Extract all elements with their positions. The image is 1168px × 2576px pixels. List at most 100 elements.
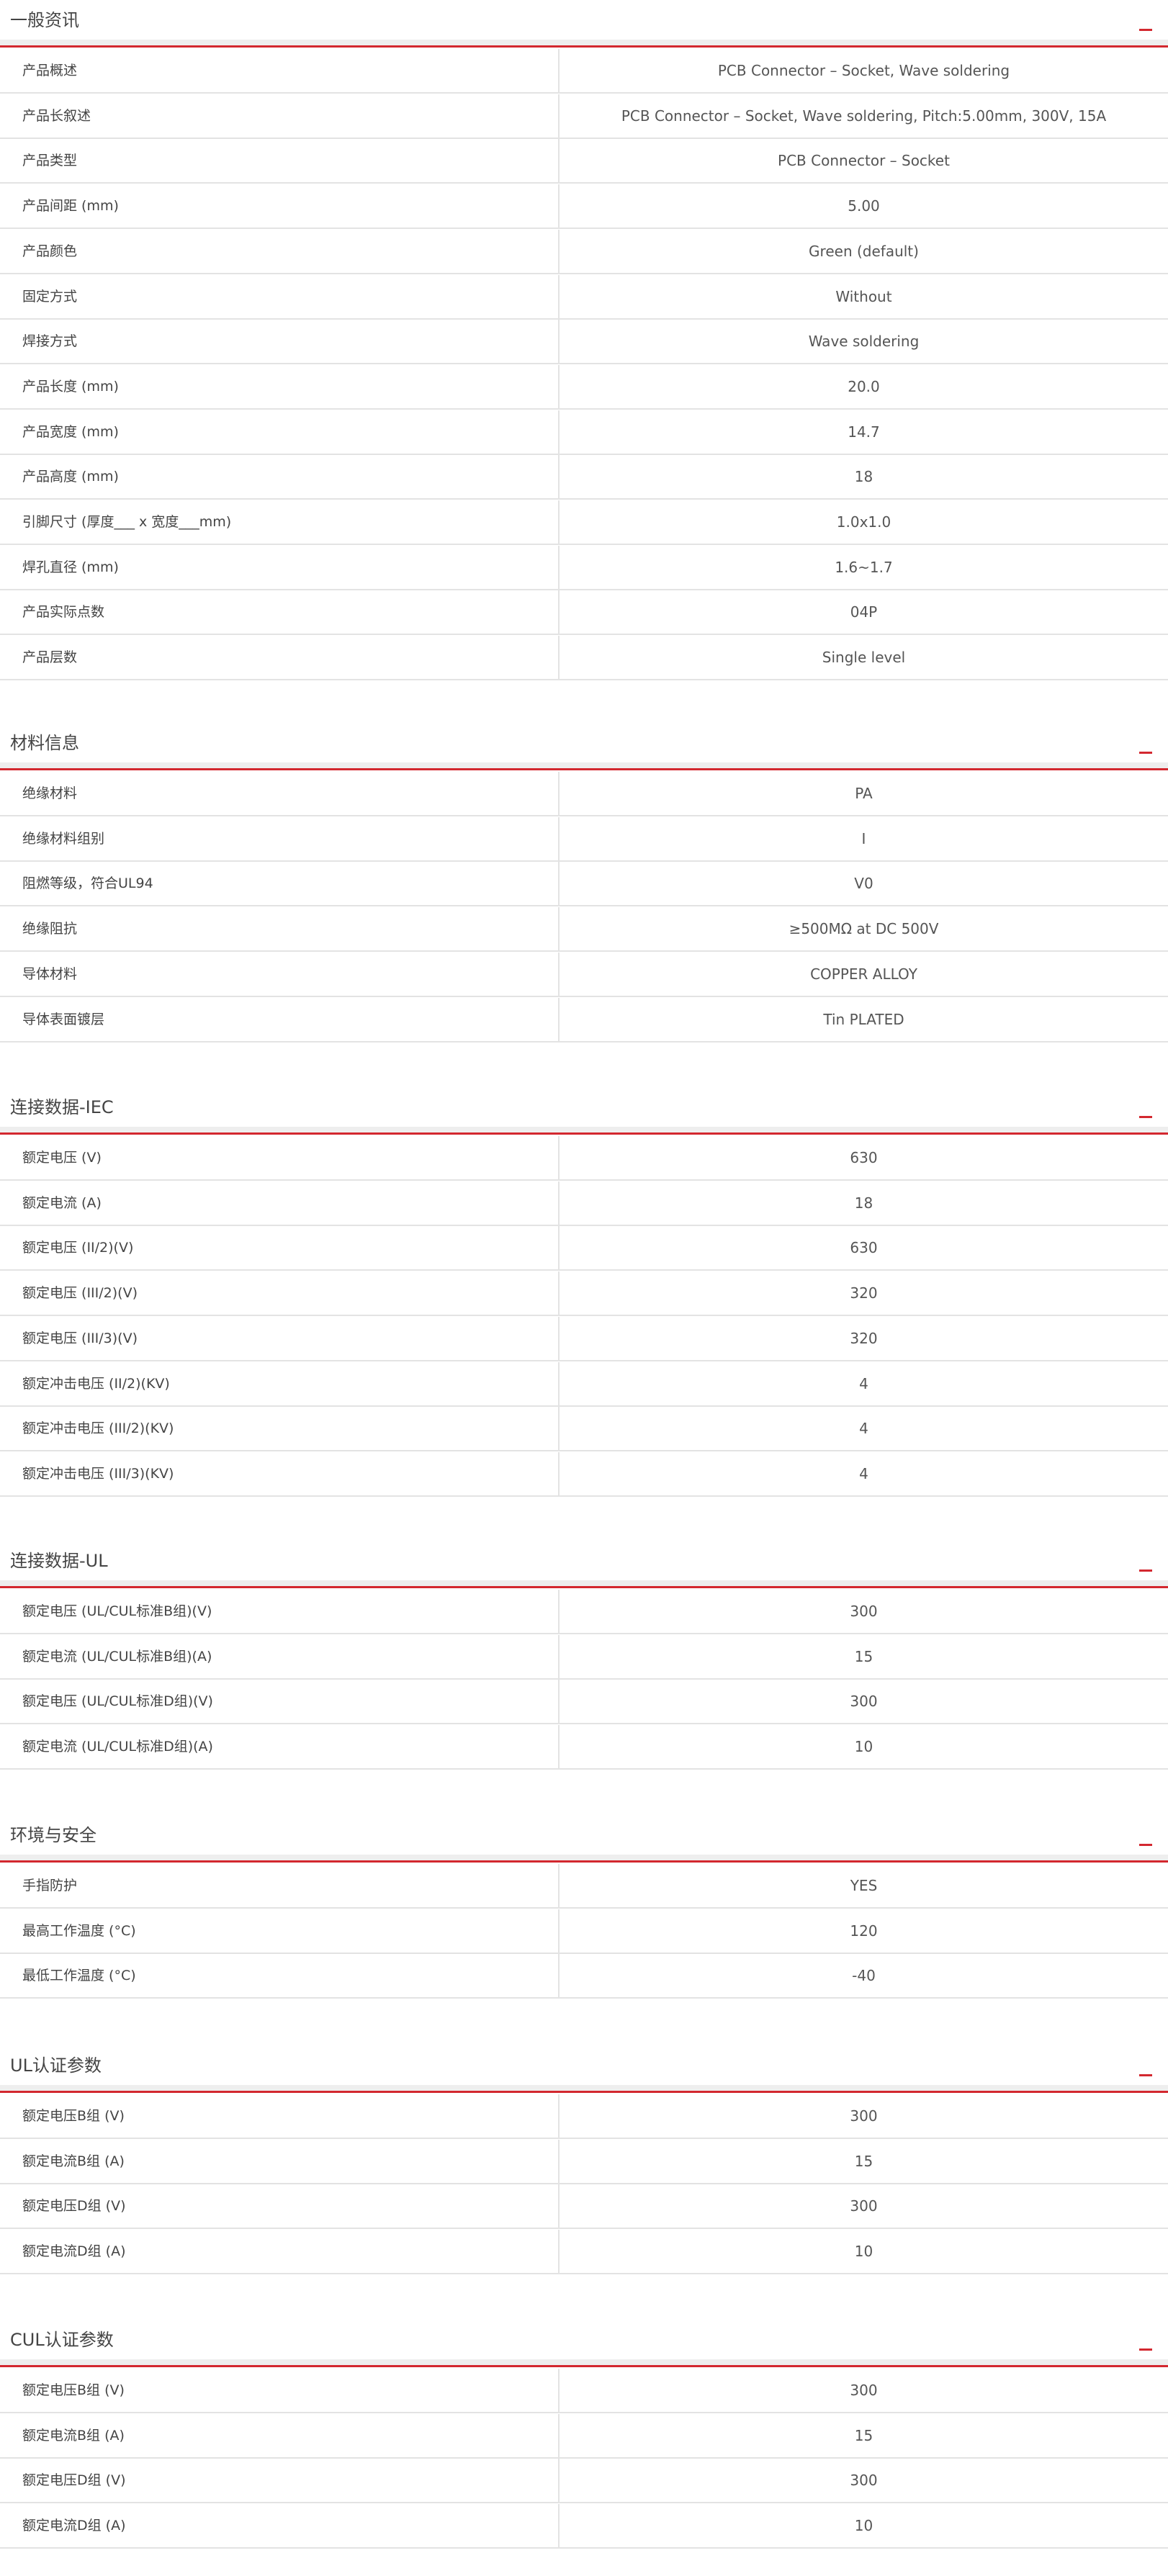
spec-row: 产品宽度 (mm) 14.7 xyxy=(0,410,1168,455)
spec-row: 额定电流 (UL/CUL标准B组)(A) 15 xyxy=(0,1634,1168,1680)
spec-value: PCB Connector – Socket, Wave soldering, … xyxy=(621,107,1107,125)
section-header[interactable]: 连接数据-UL xyxy=(0,1541,1168,1590)
collapse-icon[interactable] xyxy=(1139,1570,1152,1572)
spec-value: 4 xyxy=(859,1420,868,1438)
spec-row: 产品概述 PCB Connector – Socket, Wave solderi… xyxy=(0,49,1168,94)
spec-value: I xyxy=(861,829,866,847)
spec-row: 产品高度 (mm) 18 xyxy=(0,455,1168,500)
spec-row: 额定电压B组 (V) 300 xyxy=(0,2094,1168,2139)
spec-row: 导体表面镀层 Tin PLATED xyxy=(0,997,1168,1042)
spec-row: 绝缘材料 PA xyxy=(0,772,1168,816)
spec-row: 额定电流D组 (A) 10 xyxy=(0,2230,1168,2275)
spec-value: 300 xyxy=(850,2472,878,2490)
spec-row: 额定电流B组 (A) 15 xyxy=(0,2413,1168,2459)
section-divider xyxy=(0,2359,1168,2365)
section-header[interactable]: 环境与安全 xyxy=(0,1815,1168,1864)
spec-label: 产品类型 xyxy=(22,153,78,169)
spec-value: 10 xyxy=(854,2517,873,2535)
spec-label: 额定电压 (UL/CUL标准D组)(V) xyxy=(22,1693,213,1710)
section-header[interactable]: CUL认证参数 xyxy=(0,2320,1168,2369)
spec-label: 额定电压 (III/3)(V) xyxy=(22,1330,138,1346)
spec-label: 手指防护 xyxy=(22,1878,78,1893)
spec-value: ≥500MΩ at DC 500V xyxy=(789,920,939,938)
spec-row: 额定电压 (II/2)(V) 630 xyxy=(0,1226,1168,1271)
spec-row: 产品长度 (mm) 20.0 xyxy=(0,364,1168,410)
spec-value: 320 xyxy=(850,1284,878,1302)
spec-label: 额定冲击电压 (III/2)(KV) xyxy=(22,1420,174,1437)
spec-value: PCB Connector – Socket xyxy=(778,152,950,170)
section-accent-line xyxy=(0,1860,1168,1863)
spec-row: 产品长叙述 PCB Connector – Socket, Wave solder… xyxy=(0,94,1168,139)
spec-label: 额定电压 (III/2)(V) xyxy=(22,1285,138,1302)
spec-row: 额定电压 (UL/CUL标准B组)(V) 300 xyxy=(0,1590,1168,1634)
spec-row: 额定冲击电压 (II/2)(KV) 4 xyxy=(0,1361,1168,1407)
spec-value: 300 xyxy=(850,2107,878,2125)
spec-value: 630 xyxy=(850,1239,878,1257)
section-header[interactable]: 材料信息 xyxy=(0,723,1168,772)
collapse-icon[interactable] xyxy=(1139,1844,1152,1846)
section-divider xyxy=(0,1580,1168,1586)
spec-value: 320 xyxy=(850,1329,878,1347)
spec-label: 额定电压B组 (V) xyxy=(22,2108,125,2124)
collapse-icon[interactable] xyxy=(1139,1116,1152,1118)
spec-row: 额定电流 (A) 18 xyxy=(0,1181,1168,1226)
spec-value: 10 xyxy=(854,1738,873,1756)
spec-row: 额定电流D组 (A) 10 xyxy=(0,2504,1168,2549)
section-header[interactable]: 一般资讯 xyxy=(0,0,1168,49)
spec-value: 120 xyxy=(850,1922,878,1940)
collapse-icon[interactable] xyxy=(1139,29,1152,31)
spec-label: 产品层数 xyxy=(22,649,78,666)
spec-label: 引脚尺寸 (厚度___ x 宽度___mm) xyxy=(22,514,232,530)
spec-row: 手指防护 YES xyxy=(0,1864,1168,1909)
section-accent-line xyxy=(0,1132,1168,1135)
spec-row: 焊孔直径 (mm) 1.6~1.7 xyxy=(0,545,1168,590)
spec-row: 引脚尺寸 (厚度___ x 宽度___mm) 1.0x1.0 xyxy=(0,500,1168,545)
spec-value: 15 xyxy=(854,2426,873,2444)
spec-value: 300 xyxy=(850,2197,878,2215)
spec-label: 额定电压B组 (V) xyxy=(22,2382,125,2398)
section-accent-line xyxy=(0,768,1168,770)
spec-value: 20.0 xyxy=(848,377,880,395)
section-divider xyxy=(0,2085,1168,2091)
spec-label: 产品长度 (mm) xyxy=(22,378,119,395)
spec-label: 产品间距 (mm) xyxy=(22,198,119,215)
spec-label: 额定电压 (II/2)(V) xyxy=(22,1240,134,1256)
spec-value: 18 xyxy=(854,1194,873,1212)
spec-row: 最低工作温度 (°C) -40 xyxy=(0,1954,1168,1999)
spec-row: 额定电压 (UL/CUL标准D组)(V) 300 xyxy=(0,1680,1168,1725)
collapse-icon[interactable] xyxy=(1139,2348,1152,2351)
section-divider xyxy=(0,40,1168,45)
section-header[interactable]: 连接数据-IEC xyxy=(0,1087,1168,1136)
spec-value: 10 xyxy=(854,2243,873,2261)
spec-value: PA xyxy=(855,785,873,802)
spec-label: 额定电压 (V) xyxy=(22,1150,102,1166)
spec-row: 额定冲击电压 (III/2)(KV) 4 xyxy=(0,1407,1168,1452)
section-accent-line xyxy=(0,2091,1168,2093)
spec-label: 焊孔直径 (mm) xyxy=(22,559,119,575)
spec-row: 产品层数 Single level xyxy=(0,636,1168,681)
spec-value: Single level xyxy=(822,649,906,667)
spec-row: 产品实际点数 04P xyxy=(0,590,1168,636)
spec-label: 额定电压D组 (V) xyxy=(22,2472,126,2489)
spec-value: 14.7 xyxy=(848,423,880,441)
section-header[interactable]: UL认证参数 xyxy=(0,2045,1168,2094)
spec-row: 固定方式 Without xyxy=(0,274,1168,320)
spec-value: 1.6~1.7 xyxy=(835,558,893,576)
section-title: 连接数据-UL xyxy=(10,1551,108,1571)
spec-row: 额定电流 (UL/CUL标准D组)(A) 10 xyxy=(0,1725,1168,1770)
spec-value: 4 xyxy=(859,1374,868,1392)
collapse-icon[interactable] xyxy=(1139,752,1152,754)
spec-row: 额定电流B组 (A) 15 xyxy=(0,2139,1168,2184)
spec-value: COPPER ALLOY xyxy=(810,965,917,983)
spec-label: 额定电流 (A) xyxy=(22,1194,102,1211)
spec-label: 产品高度 (mm) xyxy=(22,469,119,485)
spec-label: 绝缘阻抗 xyxy=(22,921,78,937)
spec-row: 最高工作温度 (°C) 120 xyxy=(0,1909,1168,1954)
spec-value: V0 xyxy=(854,875,873,893)
spec-row: 绝缘阻抗 ≥500MΩ at DC 500V xyxy=(0,907,1168,953)
spec-label: 产品宽度 (mm) xyxy=(22,423,119,440)
spec-value: 300 xyxy=(850,1603,878,1620)
collapse-icon[interactable] xyxy=(1139,2074,1152,2076)
section-accent-line xyxy=(0,2365,1168,2367)
section-divider xyxy=(0,1855,1168,1860)
